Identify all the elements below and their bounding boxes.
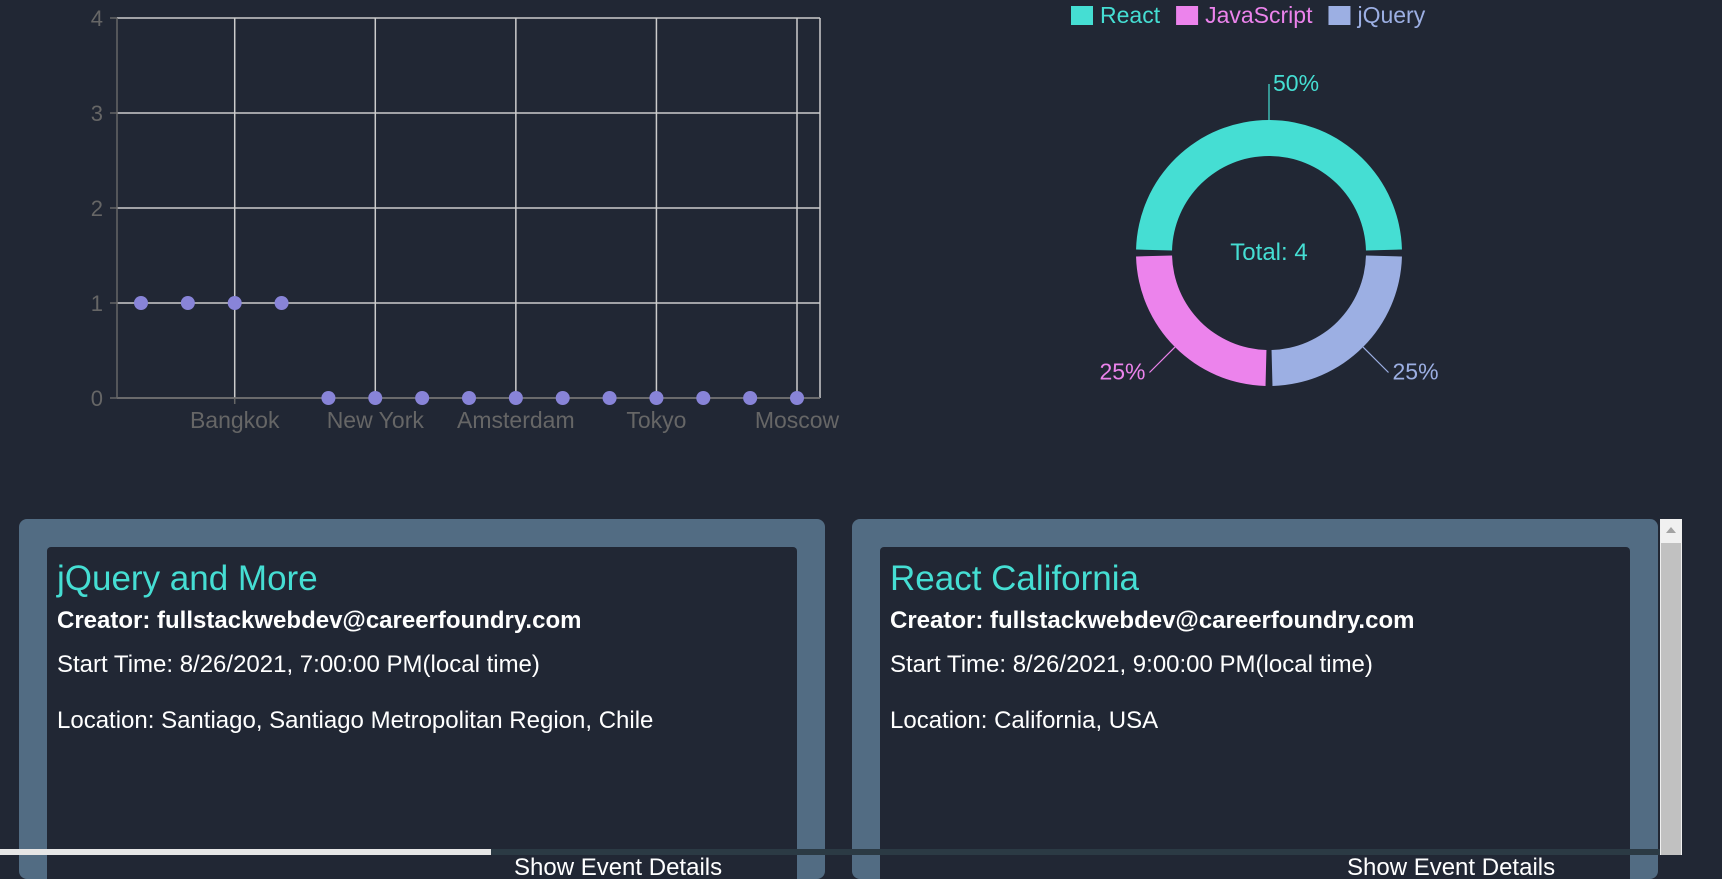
event-start-time: Start Time: 8/26/2021, 7:00:00 PM(local … xyxy=(57,651,540,678)
chart-axes xyxy=(110,17,820,404)
event-start-time: Start Time: 8/26/2021, 9:00:00 PM(local … xyxy=(890,651,1373,678)
legend-label: jQuery xyxy=(1356,2,1425,28)
x-tick-label: Tokyo xyxy=(626,407,686,433)
legend-label: JavaScript xyxy=(1205,2,1313,28)
event-card: React California Creator: fullstackwebde… xyxy=(852,519,1658,879)
scatter-point[interactable] xyxy=(321,391,336,405)
slice-percent-label: 25% xyxy=(1099,359,1145,385)
y-tick-label: 1 xyxy=(91,291,103,316)
scatter-point[interactable] xyxy=(274,296,289,310)
x-tick-label: Bangkok xyxy=(190,407,280,433)
legend-swatch xyxy=(1176,6,1199,25)
y-tick-label: 4 xyxy=(91,6,103,31)
genre-donut-chart: React JavaScript jQuery 50% 25% 25% Total: 4 xyxy=(1071,2,1439,386)
horizontal-scrollbar-thumb[interactable] xyxy=(0,849,491,855)
scatter-point[interactable] xyxy=(415,391,430,405)
legend-swatch xyxy=(1328,6,1351,25)
x-tick-label: Amsterdam xyxy=(457,407,575,433)
city-events-scatter-chart: 0 1 2 3 4 Bangkok New York Amsterdam Tokyo Mosco… xyxy=(91,6,840,433)
event-location: Location: California, USA xyxy=(890,707,1159,734)
slice-label-line xyxy=(1362,346,1389,373)
slice-percent-label: 25% xyxy=(1393,359,1439,385)
scatter-point[interactable] xyxy=(790,391,804,405)
scatter-point[interactable] xyxy=(602,391,617,405)
scatter-point[interactable] xyxy=(462,391,476,405)
y-tick-label: 3 xyxy=(91,101,103,126)
event-card: jQuery and More Creator: fullstackwebdev… xyxy=(19,519,825,879)
y-tick-label: 2 xyxy=(91,196,103,221)
event-creator: Creator: fullstackwebdev@careerfoundry.c… xyxy=(57,607,582,634)
event-card-content: React California Creator: fullstackwebde… xyxy=(880,547,1630,879)
scatter-point[interactable] xyxy=(696,391,711,405)
x-axis-labels: Bangkok New York Amsterdam Tokyo Moscow xyxy=(190,407,840,433)
event-creator: Creator: fullstackwebdev@careerfoundry.c… xyxy=(890,607,1415,634)
legend-label: React xyxy=(1100,2,1161,28)
slice-percent-label: 50% xyxy=(1273,70,1319,96)
donut-slice-react[interactable] xyxy=(1136,119,1402,251)
x-tick-label: Moscow xyxy=(755,407,840,433)
chart-grid xyxy=(117,17,821,399)
scatter-point[interactable] xyxy=(743,391,758,405)
legend-swatch xyxy=(1071,6,1093,25)
horizontal-scrollbar-track xyxy=(491,849,1660,855)
event-card-content: jQuery and More Creator: fullstackwebdev… xyxy=(47,547,797,879)
scatter-point[interactable] xyxy=(555,391,570,405)
scatter-point[interactable] xyxy=(180,296,195,310)
show-event-details-button[interactable]: Show Event Details xyxy=(514,854,722,879)
vertical-scrollbar[interactable] xyxy=(1660,519,1682,855)
scatter-point[interactable] xyxy=(649,391,664,405)
scrollbar-thumb[interactable] xyxy=(1661,543,1681,855)
scatter-point[interactable] xyxy=(368,391,383,405)
donut-total-label: Total: 4 xyxy=(1230,239,1307,266)
slice-label-line xyxy=(1149,346,1176,373)
scatter-point[interactable] xyxy=(227,296,242,310)
y-tick-label: 0 xyxy=(91,386,103,411)
event-title: React California xyxy=(890,559,1139,598)
scatter-point[interactable] xyxy=(508,391,523,405)
y-axis-labels: 0 1 2 3 4 xyxy=(91,6,103,411)
show-event-details-button[interactable]: Show Event Details xyxy=(1347,854,1555,879)
chart-legend: React JavaScript jQuery xyxy=(1071,2,1426,28)
scatter-point[interactable] xyxy=(134,296,148,310)
event-location: Location: Santiago, Santiago Metropolita… xyxy=(57,707,654,734)
triangle-up-icon[interactable] xyxy=(1660,519,1682,541)
event-title: jQuery and More xyxy=(57,559,318,598)
x-tick-label: New York xyxy=(327,407,425,433)
